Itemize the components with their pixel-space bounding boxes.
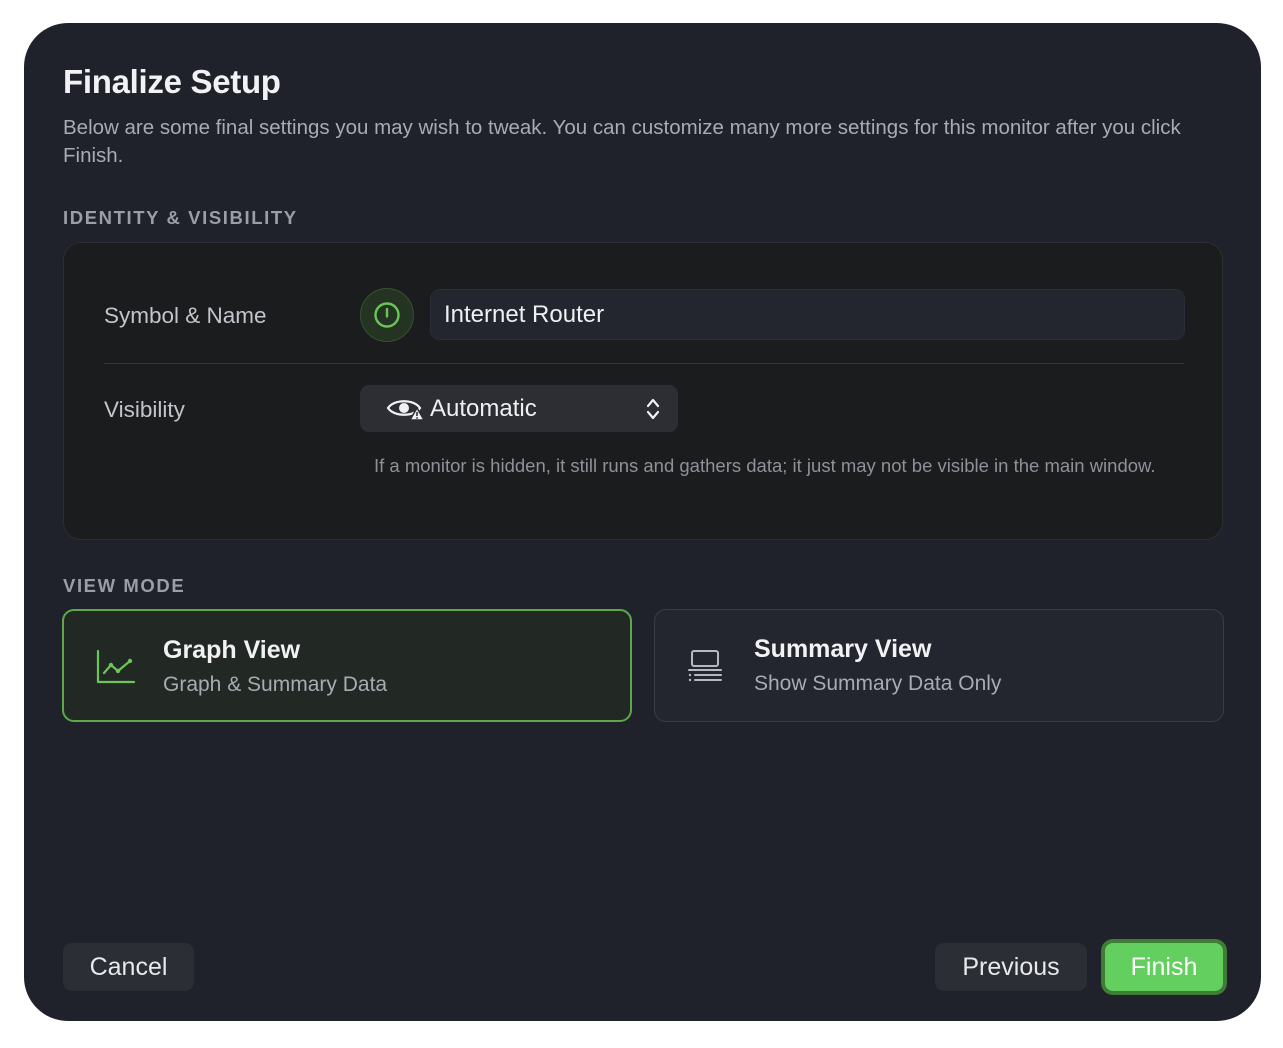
- cancel-button[interactable]: Cancel: [63, 943, 194, 991]
- finalize-setup-dialog: Finalize Setup Below are some final sett…: [24, 23, 1261, 1021]
- summary-view-subtitle: Show Summary Data Only: [754, 672, 1002, 695]
- power-icon: [374, 302, 400, 328]
- visibility-label: Visibility: [104, 397, 185, 422]
- summary-view-option[interactable]: Summary View Show Summary Data Only: [654, 609, 1224, 722]
- line-chart-icon: [96, 649, 136, 684]
- graph-view-subtitle: Graph & Summary Data: [163, 673, 388, 696]
- symbol-name-label: Symbol & Name: [104, 303, 267, 328]
- dialog-title: Finalize Setup: [63, 63, 281, 100]
- dialog-subtitle: Below are some final settings you may wi…: [63, 116, 1181, 167]
- previous-button[interactable]: Previous: [935, 943, 1087, 991]
- finish-button[interactable]: Finish: [1101, 939, 1227, 995]
- identity-section-label: IDENTITY & VISIBILITY: [63, 207, 298, 228]
- visibility-help-text: If a monitor is hidden, it still runs an…: [374, 455, 1156, 476]
- symbol-picker-button[interactable]: [360, 288, 414, 342]
- row-divider: [104, 363, 1184, 364]
- chevron-up-down-icon: [646, 398, 660, 420]
- visibility-select[interactable]: Automatic: [360, 385, 678, 432]
- identity-visibility-panel: Symbol & Name Visibility Automatic: [63, 242, 1223, 540]
- summary-view-title: Summary View: [754, 635, 932, 663]
- graph-view-option[interactable]: Graph View Graph & Summary Data: [62, 609, 632, 722]
- graph-view-title: Graph View: [163, 636, 301, 664]
- eye-warning-icon: [386, 399, 426, 421]
- monitor-name-input[interactable]: [430, 289, 1185, 340]
- view-mode-section-label: VIEW MODE: [63, 575, 186, 596]
- summary-list-icon: [688, 650, 722, 682]
- visibility-select-value: Automatic: [430, 394, 537, 422]
